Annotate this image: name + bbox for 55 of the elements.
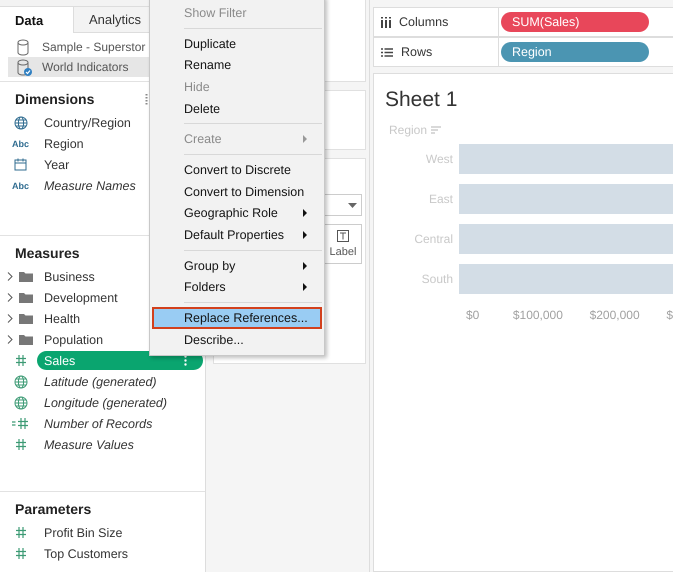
hash-icon xyxy=(14,526,26,539)
globe-icon xyxy=(14,374,28,388)
shelf-label: Rows xyxy=(374,38,499,66)
folder-item[interactable]: Health xyxy=(44,312,80,326)
shelf-label: Columns xyxy=(374,8,499,36)
menu-item[interactable]: Delete xyxy=(152,98,322,120)
menu-item[interactable]: Convert to Discrete xyxy=(152,159,322,181)
field-item[interactable]: Country/Region xyxy=(44,116,131,130)
axis-tick-label: $200,000 xyxy=(590,308,641,322)
menu-item[interactable]: Describe... xyxy=(152,328,322,351)
axis-tick-label: $100,000 xyxy=(512,308,564,322)
axis-tick-label: $ xyxy=(666,308,673,322)
field-item[interactable]: Top Customers xyxy=(44,546,128,560)
menu-item[interactable]: Geographic Role xyxy=(152,202,322,224)
caret-icon xyxy=(348,202,357,208)
calendar-icon xyxy=(14,158,27,171)
menu-item[interactable]: Folders xyxy=(152,276,322,298)
menu-item[interactable]: Duplicate xyxy=(152,32,322,54)
shelf-pill[interactable]: SUM(Sales) xyxy=(501,12,649,32)
sheet-title: Sheet 1 xyxy=(385,88,458,112)
folder-item[interactable]: Population xyxy=(44,332,104,346)
globe-icon xyxy=(14,396,28,410)
menu-item[interactable]: Default Properties xyxy=(152,224,322,246)
field-item[interactable]: Region xyxy=(44,136,84,150)
type-label: Abc xyxy=(12,138,29,148)
globe-icon xyxy=(14,116,28,130)
text-icon xyxy=(337,230,349,242)
field-item[interactable]: Longitude (generated) xyxy=(44,396,168,410)
field-item[interactable]: Year xyxy=(44,158,70,172)
folder-item[interactable]: Business xyxy=(44,270,95,284)
count-hash-icon xyxy=(12,417,29,430)
folder-icon xyxy=(19,271,33,282)
folder-icon xyxy=(19,292,33,303)
field-item[interactable]: Measure Names xyxy=(44,178,136,192)
field-item[interactable]: Number of Records xyxy=(44,416,152,430)
sort-icon xyxy=(431,126,442,134)
field-item[interactable]: Latitude (generated) xyxy=(44,374,157,388)
menu-item[interactable]: Group by xyxy=(152,254,322,277)
section-title: Dimensions xyxy=(15,91,94,107)
hash-icon xyxy=(14,547,26,560)
section-title: Measures xyxy=(15,245,80,261)
field-item[interactable]: Profit Bin Size xyxy=(44,526,123,540)
section-title: Parameters xyxy=(15,501,92,517)
menu-item[interactable]: Replace References... xyxy=(152,307,322,329)
menu-item[interactable]: Convert to Dimension xyxy=(152,180,322,202)
folder-icon xyxy=(19,334,33,345)
hash-icon xyxy=(14,438,26,451)
field-item[interactable]: Measure Values xyxy=(44,438,134,452)
folder-icon xyxy=(19,313,33,324)
folder-item[interactable]: Development xyxy=(44,290,118,304)
hash-icon xyxy=(14,354,26,367)
type-label: Abc xyxy=(12,180,29,190)
rows-icon xyxy=(381,48,393,56)
columns-icon xyxy=(381,16,391,28)
axis-tick-label: $0 xyxy=(466,308,480,322)
